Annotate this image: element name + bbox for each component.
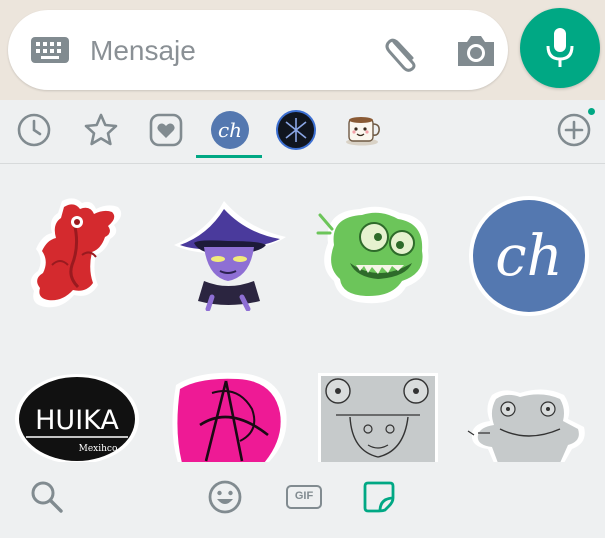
purple-wizard-sticker-art (174, 201, 286, 311)
message-composer: Mensaje (0, 0, 605, 100)
mug-pack-icon (346, 117, 380, 146)
red-creature-sticker-art (30, 198, 122, 308)
clock-icon (17, 113, 51, 147)
sticker-green-zombie[interactable] (316, 203, 440, 307)
selected-tab-indicator (196, 155, 262, 158)
sticker-pink-anarchy[interactable] (168, 371, 290, 462)
attach-icon[interactable] (382, 32, 426, 72)
ch-pack-icon: ch (211, 111, 249, 149)
tab-add-pack[interactable] (556, 112, 592, 148)
ch-logo-sticker-art: ch (469, 196, 589, 316)
sticker-red-creature[interactable] (22, 195, 132, 315)
sticker-huika-mexihco[interactable]: HUIKA Mexihco (14, 373, 140, 462)
tab-favorites[interactable] (83, 112, 119, 148)
sketch-frog-sticker-art (467, 389, 585, 462)
sticker-sketch-frog[interactable] (464, 387, 588, 462)
tab-recent[interactable] (16, 112, 52, 148)
tab-bravo-pack[interactable] (276, 110, 316, 150)
sticker-purple-wizard[interactable] (168, 201, 290, 311)
tab-mug-pack[interactable] (342, 110, 384, 150)
gif-icon[interactable]: GIF (286, 485, 322, 509)
sketch-faces-sticker-art (318, 373, 438, 462)
emoji-icon[interactable] (207, 479, 243, 515)
svg-text:ch: ch (495, 224, 562, 289)
tab-love[interactable] (148, 112, 184, 148)
emoji-panel-bottom-bar: GIF (0, 462, 605, 538)
mic-icon (546, 28, 574, 67)
tab-ch-pack[interactable]: ch (210, 110, 250, 150)
camera-icon[interactable] (454, 32, 498, 70)
heart-icon (149, 113, 183, 147)
bravo-pack-icon (276, 110, 316, 150)
sticker-sketch-faces[interactable] (316, 371, 440, 462)
star-icon (84, 113, 118, 146)
svg-text:HUIKA: HUIKA (35, 405, 119, 436)
mic-button[interactable] (520, 8, 600, 88)
svg-text:Mexihco: Mexihco (79, 444, 118, 454)
pink-anarchy-sticker-art (172, 372, 287, 462)
sticker-icon[interactable] (362, 480, 396, 514)
search-icon[interactable] (30, 480, 64, 514)
huika-sticker-art: HUIKA Mexihco (15, 374, 139, 462)
add-icon (557, 113, 591, 147)
sticker-grid: ch HUIKA Mexihco (0, 165, 605, 462)
message-placeholder[interactable]: Mensaje (90, 34, 196, 68)
green-zombie-sticker-art (316, 206, 429, 304)
new-pack-badge (588, 108, 595, 115)
keyboard-icon[interactable] (30, 36, 70, 64)
gif-label: GIF (294, 490, 314, 502)
svg-text:ch: ch (218, 118, 242, 142)
sticker-ch-logo[interactable]: ch (468, 195, 590, 317)
message-input[interactable]: Mensaje (8, 10, 508, 90)
sticker-tab-bar: ch (0, 100, 605, 164)
